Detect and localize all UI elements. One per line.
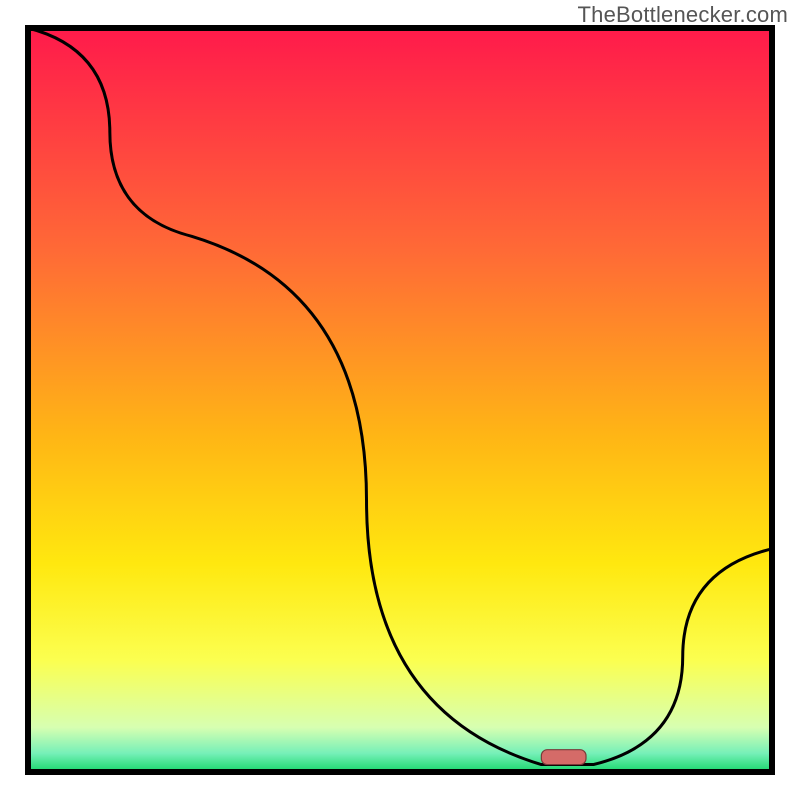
bottleneck-chart (0, 0, 800, 800)
plot-background (28, 28, 772, 772)
marker-pill (541, 750, 586, 765)
watermark-text: TheBottlenecker.com (578, 2, 788, 28)
